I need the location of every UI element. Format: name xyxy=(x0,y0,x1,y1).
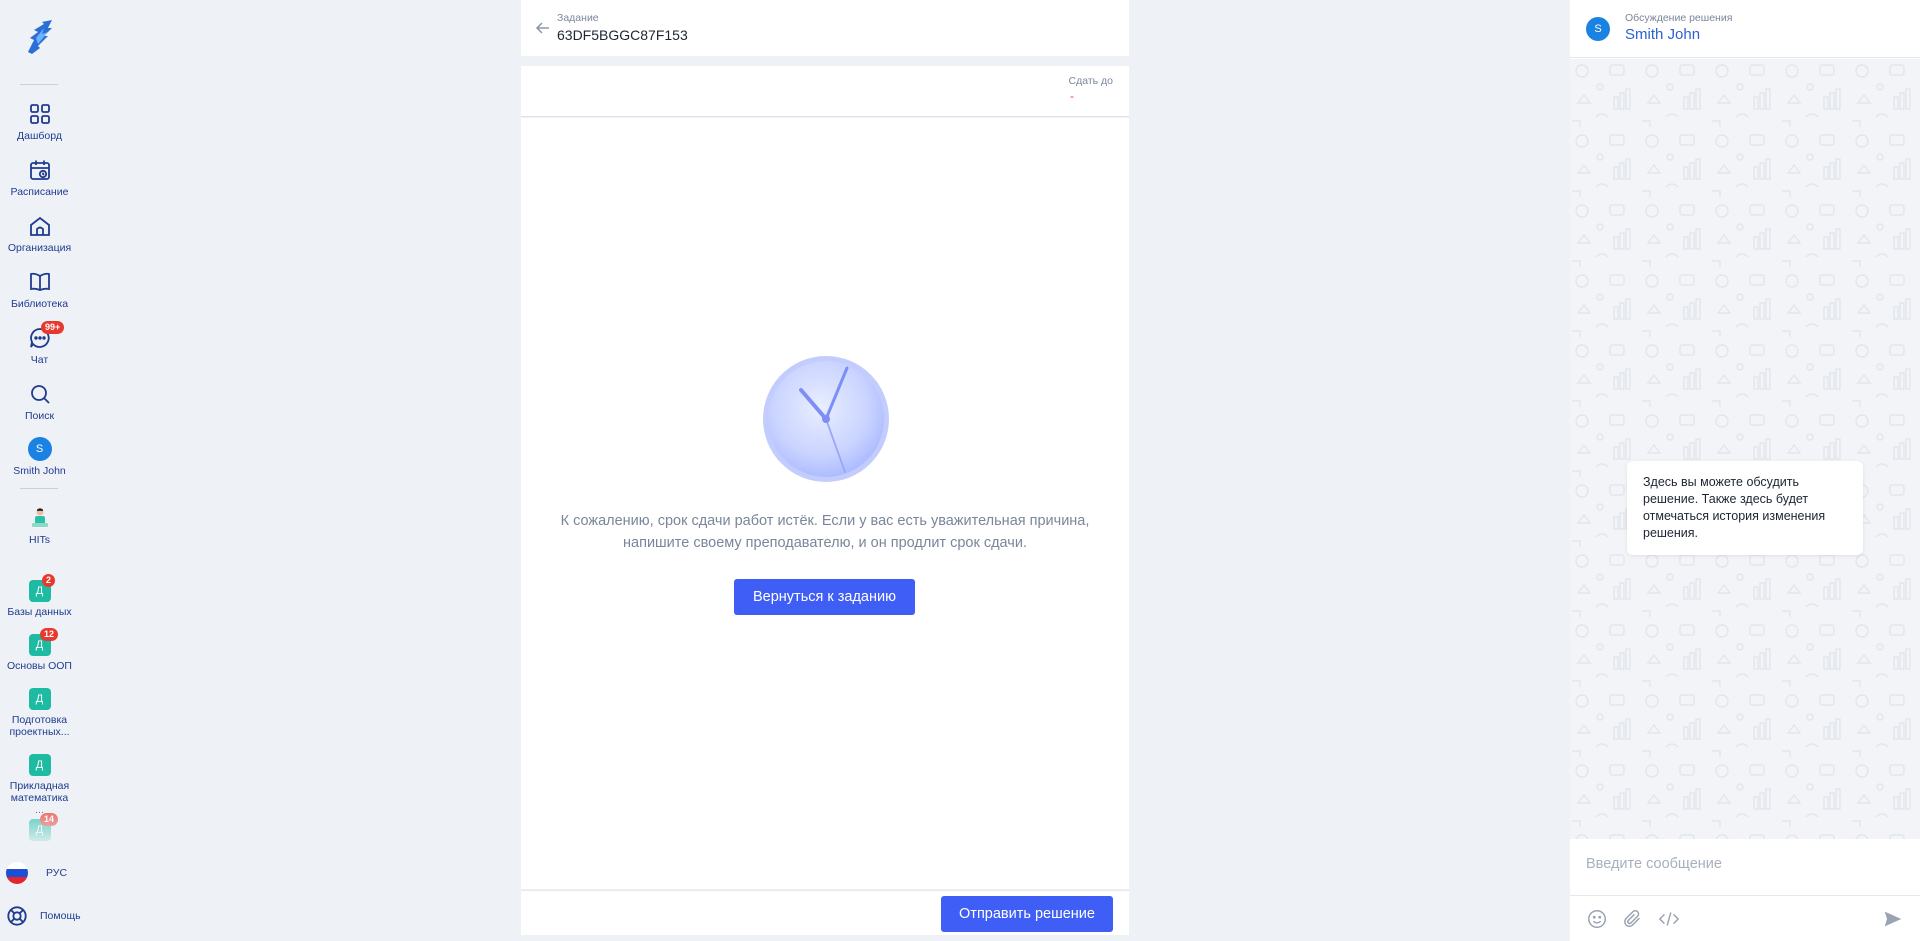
sidebar-item-label: Прикладная математика ... xyxy=(9,780,70,816)
attachment-icon[interactable] xyxy=(1622,908,1644,930)
course-badge: 12 xyxy=(40,628,59,641)
expired-message-line: К сожалению, срок сдачи работ истёк. Есл… xyxy=(560,513,1090,529)
chat-user-name[interactable]: Smith John xyxy=(1625,26,1700,43)
chat-header: S Обсуждение решения Smith John xyxy=(1570,0,1920,58)
language-label: РУС xyxy=(46,867,68,879)
sidebar-item-label: Базы данных xyxy=(7,606,72,618)
sidebar-item-organization[interactable]: Организация xyxy=(0,214,79,254)
task-panel: Задание 63DF5BGGC87F153 Сдать до - К сож… xyxy=(521,0,1129,941)
logo-icon[interactable] xyxy=(22,18,56,56)
sidebar-course-applied-math[interactable]: Д Прикладная математика ... xyxy=(0,754,79,816)
dashboard-icon xyxy=(29,104,50,124)
deadline-value: - xyxy=(1070,89,1074,103)
help-link[interactable]: Помощь xyxy=(6,905,81,927)
help-label: Помощь xyxy=(40,910,81,922)
book-icon xyxy=(29,272,50,291)
sidebar-course-projects[interactable]: Д Подготовка проектных... xyxy=(0,688,79,738)
sidebar-item-label: Основы ООП xyxy=(7,660,72,672)
sidebar-item-label: Подготовка проектных... xyxy=(9,714,70,738)
chat-unread-badge: 99+ xyxy=(41,321,65,334)
hits-icon xyxy=(31,508,48,527)
expired-message: К сожалению, срок сдачи работ истёк. Есл… xyxy=(541,510,1109,554)
sidebar-divider xyxy=(20,488,58,489)
sidebar-item-label: Организация xyxy=(7,242,72,254)
sidebar-divider xyxy=(20,84,58,85)
emoji-icon[interactable] xyxy=(1586,908,1608,930)
sidebar: Дашборд Расписание Организация Библиотек… xyxy=(0,0,81,941)
sidebar-item-schedule[interactable]: Расписание xyxy=(0,158,79,198)
sidebar-item-profile[interactable]: S Smith John xyxy=(0,437,79,477)
task-header: Задание 63DF5BGGC87F153 xyxy=(521,0,1129,56)
russian-flag-icon xyxy=(6,862,28,884)
deadline-bar: Сдать до - xyxy=(521,66,1129,117)
expired-content: К сожалению, срок сдачи работ истёк. Есл… xyxy=(521,118,1129,889)
course-badge: 2 xyxy=(42,574,56,587)
chat-messages-area: Здесь вы можете обсудить решение. Также … xyxy=(1570,59,1920,839)
message-input[interactable] xyxy=(1586,856,1906,872)
search-icon xyxy=(30,385,50,404)
submit-solution-button[interactable]: Отправить решение xyxy=(941,896,1113,932)
sidebar-item-label: Библиотека xyxy=(10,298,69,310)
sidebar-item-chat[interactable]: 99+ Чат xyxy=(0,321,79,366)
clock-illustration-icon xyxy=(763,356,889,482)
code-icon[interactable] xyxy=(1658,908,1680,930)
sidebar-item-label: Поиск xyxy=(24,410,55,422)
chat-background-pattern xyxy=(1570,59,1920,839)
expired-message-line: напишите своему преподавателю, и он прод… xyxy=(623,535,1027,551)
task-caption: Задание xyxy=(557,12,599,24)
course-icon: Д xyxy=(28,754,51,776)
chat-panel: S Обсуждение решения Smith John Здесь вы… xyxy=(1570,0,1920,941)
sidebar-item-search[interactable]: Поиск xyxy=(0,382,79,422)
send-icon[interactable] xyxy=(1882,908,1904,930)
course-icon: Д xyxy=(28,688,51,710)
calendar-icon xyxy=(29,160,50,180)
organization-icon xyxy=(29,216,50,236)
sidebar-item-label: Smith John xyxy=(13,465,66,477)
sidebar-course-oop[interactable]: Д 12 Основы ООП xyxy=(0,628,79,672)
sidebar-item-hits[interactable]: HITs xyxy=(0,506,79,546)
chat-info-message: Здесь вы можете обсудить решение. Также … xyxy=(1627,461,1863,555)
submit-bar: Отправить решение xyxy=(521,890,1129,935)
sidebar-item-dashboard[interactable]: Дашборд xyxy=(0,102,79,142)
sidebar-item-label: HITs xyxy=(29,534,50,546)
sidebar-item-label: Чат xyxy=(30,354,49,366)
avatar: S xyxy=(27,437,52,461)
deadline-label: Сдать до xyxy=(1068,75,1113,87)
chat-caption: Обсуждение решения xyxy=(1625,12,1733,24)
sidebar-item-label: Расписание xyxy=(10,186,69,198)
avatar: S xyxy=(1586,17,1610,41)
sidebar-course-databases[interactable]: Д 2 Базы данных xyxy=(0,574,79,618)
return-to-task-button[interactable]: Вернуться к заданию xyxy=(734,579,915,615)
sidebar-item-library[interactable]: Библиотека xyxy=(0,270,79,310)
language-switcher[interactable]: РУС xyxy=(6,862,67,884)
task-id: 63DF5BGGC87F153 xyxy=(557,27,688,43)
sidebar-item-label: Дашборд xyxy=(17,130,62,142)
back-arrow-icon[interactable] xyxy=(535,20,551,36)
sidebar-scroll-fade xyxy=(0,812,79,846)
lifebuoy-icon xyxy=(7,906,27,926)
chat-toolbar xyxy=(1570,895,1920,941)
